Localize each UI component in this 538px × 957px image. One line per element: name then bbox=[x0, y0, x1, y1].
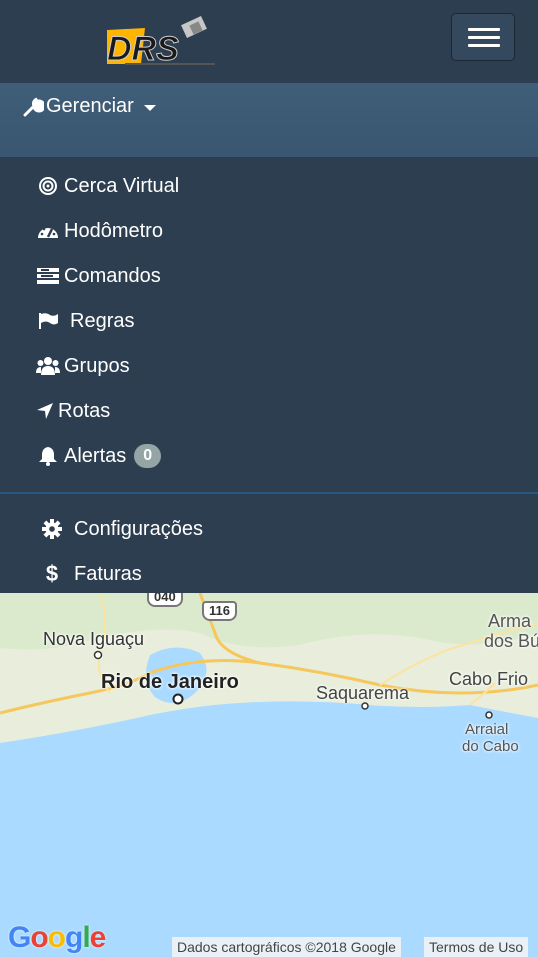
menu-item-alertas[interactable]: Alertas 0 bbox=[36, 441, 162, 471]
menu-item-label: Alertas bbox=[64, 444, 127, 467]
flag-icon bbox=[36, 310, 60, 332]
users-icon bbox=[36, 355, 60, 377]
menu-item-regras[interactable]: Regras bbox=[36, 306, 134, 336]
menu-item-label: Cerca Virtual bbox=[64, 174, 180, 197]
map-attribution: Dados cartográficos ©2018 Google bbox=[172, 937, 401, 957]
map-label-rio-de-janeiro: Rio de Janeiro bbox=[101, 671, 239, 693]
map-label-cabo-frio: Cabo Frio bbox=[449, 669, 529, 689]
gerenciar-label: Gerenciar bbox=[46, 95, 134, 117]
map-label-saquarema: Saquarema bbox=[316, 683, 410, 703]
list-icon bbox=[36, 265, 60, 287]
dollar-icon: $ bbox=[45, 561, 59, 586]
menu-item-configuracoes[interactable]: Configurações bbox=[40, 514, 203, 544]
map-label-armacao: Arma bbox=[488, 611, 532, 631]
caret-down-icon bbox=[144, 105, 156, 111]
menu-item-rotas[interactable]: Rotas bbox=[36, 396, 110, 426]
gear-icon bbox=[40, 518, 64, 540]
dropdown-menu: Cerca Virtual Hodômetro Comandos Regras … bbox=[0, 157, 538, 593]
terms-of-use-link[interactable]: Termos de Uso bbox=[424, 937, 529, 957]
road-shield-116: 116 bbox=[202, 601, 237, 621]
menu-item-comandos[interactable]: Comandos bbox=[36, 261, 161, 291]
menu-item-label: Faturas bbox=[74, 562, 142, 585]
svg-text:DRS: DRS bbox=[107, 30, 179, 68]
alert-count-badge: 0 bbox=[134, 444, 162, 468]
menu-item-label: Rotas bbox=[58, 399, 111, 422]
menu-item-label: Regras bbox=[70, 309, 135, 332]
drs-logo[interactable]: DRS bbox=[105, 14, 220, 68]
map-label-arraial: Arraial bbox=[465, 721, 509, 738]
menu-item-grupos[interactable]: Grupos bbox=[36, 351, 130, 381]
menu-item-faturas[interactable]: $ Faturas bbox=[40, 559, 142, 589]
menu-item-label: Hodômetro bbox=[64, 219, 163, 242]
navbar: DRS bbox=[0, 0, 538, 83]
map-label-arraial-2: do Cabo bbox=[462, 738, 519, 755]
menu-item-label: Grupos bbox=[64, 354, 130, 377]
target-icon bbox=[36, 175, 60, 197]
wrench-icon bbox=[23, 97, 44, 117]
map-view[interactable]: 040 116 Nova Iguaçu Rio de Janeiro Saqua… bbox=[0, 593, 538, 957]
menu-item-hodometro[interactable]: Hodômetro bbox=[36, 216, 163, 246]
menu-item-label: Comandos bbox=[64, 264, 161, 287]
tachometer-icon bbox=[36, 220, 60, 242]
google-logo[interactable]: Google bbox=[8, 921, 106, 955]
gerenciar-dropdown[interactable]: Gerenciar bbox=[0, 83, 538, 157]
menu-divider bbox=[0, 492, 538, 494]
map-label-armacao-2: dos Bú bbox=[484, 631, 538, 651]
menu-item-label: Configurações bbox=[74, 517, 203, 540]
location-arrow-icon bbox=[36, 400, 54, 422]
menu-toggle-button[interactable] bbox=[451, 13, 515, 61]
bell-icon bbox=[36, 445, 60, 467]
map-label-nova-iguacu: Nova Iguaçu bbox=[43, 629, 145, 649]
road-shield-040: 040 bbox=[147, 593, 183, 607]
menu-item-cerca-virtual[interactable]: Cerca Virtual bbox=[36, 171, 179, 201]
